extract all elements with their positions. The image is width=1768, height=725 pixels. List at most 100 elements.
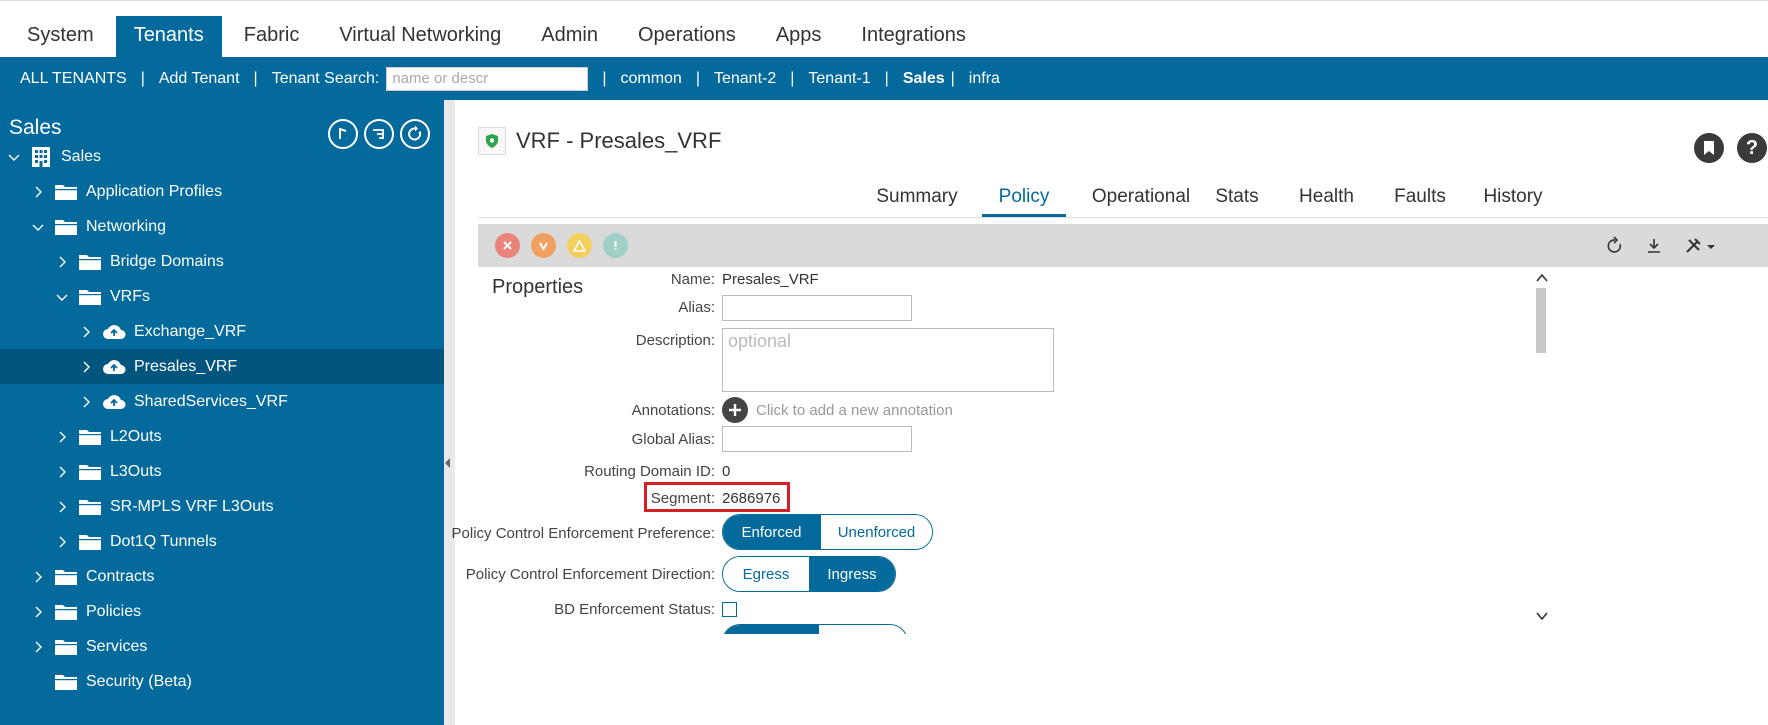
- tree-item-l3outs[interactable]: L3Outs: [0, 454, 444, 489]
- minor-fault-icon[interactable]: [567, 233, 592, 258]
- description-input[interactable]: [722, 328, 1054, 392]
- add-annotation-icon[interactable]: [722, 397, 748, 423]
- tree-item-presales-vrf[interactable]: Presales_VRF: [0, 349, 444, 384]
- tools-dropdown-icon[interactable]: [1682, 234, 1718, 258]
- topnav-apps[interactable]: Apps: [758, 16, 840, 57]
- unenforced-option[interactable]: Unenforced: [820, 515, 932, 549]
- topnav-system[interactable]: System: [9, 16, 112, 57]
- topnav-virtual-networking[interactable]: Virtual Networking: [321, 16, 519, 57]
- tenant-link-tenant-1[interactable]: Tenant-1: [808, 70, 870, 88]
- tree-item-bridge-domains[interactable]: Bridge Domains: [0, 244, 444, 279]
- tree-item-label: Sales: [61, 147, 102, 165]
- chevron-down-icon[interactable]: [56, 291, 68, 303]
- help-icon[interactable]: ?: [1737, 133, 1767, 163]
- topnav-integrations[interactable]: Integrations: [843, 16, 984, 57]
- tenant-link-infra[interactable]: infra: [969, 70, 1000, 88]
- add-tenant-link[interactable]: Add Tenant: [159, 70, 240, 88]
- properties-scrollbar[interactable]: [1532, 270, 1552, 725]
- separator: |: [695, 69, 700, 87]
- chevron-right-icon[interactable]: [56, 256, 68, 268]
- tab-stats[interactable]: Stats: [1210, 180, 1264, 218]
- chevron-right-icon[interactable]: [32, 186, 44, 198]
- warning-fault-icon[interactable]: [603, 233, 628, 258]
- chevron-right-icon[interactable]: [56, 536, 68, 548]
- alias-input[interactable]: [722, 295, 912, 321]
- tab-health[interactable]: Health: [1293, 180, 1360, 218]
- tree-item-label: SharedServices_VRF: [134, 392, 288, 410]
- tree-item-label: Security (Beta): [86, 672, 192, 690]
- tree-item-dot1q-tunnels[interactable]: Dot1Q Tunnels: [0, 524, 444, 559]
- chevron-right-icon[interactable]: [32, 641, 44, 653]
- tab-bar: Summary Policy Operational Stats Health …: [455, 180, 1768, 218]
- tenant-link-tenant-2[interactable]: Tenant-2: [714, 70, 776, 88]
- chevron-right-icon[interactable]: [32, 606, 44, 618]
- alias-label: Alias:: [678, 299, 715, 316]
- tree-item-contracts[interactable]: Contracts: [0, 559, 444, 594]
- tree-item-label: SR-MPLS VRF L3Outs: [110, 497, 274, 515]
- chevron-right-icon[interactable]: [32, 571, 44, 583]
- tree-item-sales[interactable]: Sales: [0, 139, 444, 174]
- tenant-search-input[interactable]: [386, 66, 589, 91]
- tree-item-services[interactable]: Services: [0, 629, 444, 664]
- major-fault-icon[interactable]: [531, 233, 556, 258]
- tree-item-l2outs[interactable]: L2Outs: [0, 419, 444, 454]
- bookmark-icon[interactable]: [1694, 133, 1724, 163]
- refresh-icon[interactable]: [1603, 234, 1627, 258]
- all-tenants-link[interactable]: ALL TENANTS: [20, 70, 127, 88]
- tree-item-policies[interactable]: Policies: [0, 594, 444, 629]
- topnav-admin[interactable]: Admin: [523, 16, 616, 57]
- tab-history[interactable]: History: [1478, 180, 1548, 218]
- scroll-down-icon[interactable]: [1536, 608, 1548, 624]
- tree-item-vrfs[interactable]: VRFs: [0, 279, 444, 314]
- chevron-right-icon[interactable]: [80, 396, 92, 408]
- tenant-link-sales[interactable]: Sales: [903, 70, 945, 88]
- chevron-right-icon[interactable]: [56, 501, 68, 513]
- panel-splitter[interactable]: [444, 100, 455, 725]
- tree-item-label: Application Profiles: [86, 182, 223, 200]
- collapse-arrow-icon[interactable]: [445, 458, 450, 468]
- tab-faults[interactable]: Faults: [1390, 180, 1450, 218]
- chevron-down-icon[interactable]: [32, 221, 44, 233]
- tree-item-label: Dot1Q Tunnels: [110, 532, 217, 550]
- tree-item-label: Exchange_VRF: [134, 322, 247, 340]
- tree-item-label: Bridge Domains: [110, 252, 224, 270]
- chevron-right-icon[interactable]: [56, 466, 68, 478]
- tree-item-exchange-vrf[interactable]: Exchange_VRF: [0, 314, 444, 349]
- topnav-fabric[interactable]: Fabric: [226, 16, 318, 57]
- partially-visible-toggle[interactable]: [722, 624, 908, 634]
- tree-item-label: Contracts: [86, 567, 155, 585]
- tab-policy[interactable]: Policy: [982, 180, 1066, 218]
- download-icon[interactable]: [1642, 234, 1666, 258]
- pce-direction-label: Policy Control Enforcement Direction:: [465, 566, 715, 583]
- tab-summary[interactable]: Summary: [869, 180, 965, 218]
- chevron-down-icon[interactable]: [8, 151, 20, 163]
- tree-item-sr-mpls-vrf-l3outs[interactable]: SR-MPLS VRF L3Outs: [0, 489, 444, 524]
- global-alias-input[interactable]: [722, 426, 912, 452]
- bd-enforcement-checkbox[interactable]: [722, 602, 737, 617]
- tree-item-label: Presales_VRF: [134, 357, 238, 375]
- topnav-tenants[interactable]: Tenants: [115, 16, 222, 57]
- egress-option[interactable]: Egress: [723, 557, 809, 591]
- chevron-right-icon[interactable]: [80, 361, 92, 373]
- tree-item-networking[interactable]: Networking: [0, 209, 444, 244]
- tree-item-security-beta[interactable]: Security (Beta): [0, 664, 444, 699]
- scrollbar-thumb[interactable]: [1536, 288, 1546, 353]
- add-annotation-hint[interactable]: Click to add a new annotation: [756, 402, 953, 419]
- global-alias-label: Global Alias:: [631, 431, 715, 448]
- tree-item-application-profiles[interactable]: Application Profiles: [0, 174, 444, 209]
- folder-icon: [54, 568, 78, 586]
- topnav-operations[interactable]: Operations: [620, 16, 754, 57]
- enforced-option[interactable]: Enforced: [723, 515, 820, 549]
- tab-operational[interactable]: Operational: [1079, 180, 1203, 218]
- scroll-up-icon[interactable]: [1536, 270, 1548, 286]
- vrf-health-icon: [478, 127, 506, 155]
- folder-icon: [54, 673, 78, 691]
- tenant-link-common[interactable]: common: [620, 70, 681, 88]
- tree-item-sharedservices-vrf[interactable]: SharedServices_VRF: [0, 384, 444, 419]
- separator: |: [602, 69, 607, 87]
- chevron-right-icon[interactable]: [56, 431, 68, 443]
- critical-fault-icon[interactable]: [495, 233, 520, 258]
- pce-preference-toggle: Enforced Unenforced: [722, 514, 933, 550]
- chevron-right-icon[interactable]: [80, 326, 92, 338]
- ingress-option[interactable]: Ingress: [809, 557, 895, 591]
